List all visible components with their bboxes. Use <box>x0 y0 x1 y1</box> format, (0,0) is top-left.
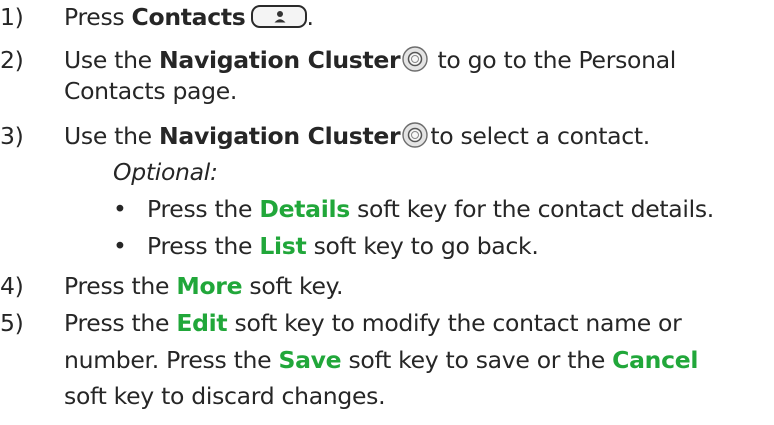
step-1: 1) Press Contacts. <box>0 1 314 33</box>
save-soft-key-label: Save <box>278 346 342 374</box>
step-suffix: . <box>306 3 314 31</box>
step-5: 5) Press the Edit soft key to modify the… <box>0 307 682 339</box>
navigation-cluster-icon <box>402 122 429 148</box>
bullet-icon: • <box>113 195 127 223</box>
bullet-text: Press the <box>147 232 260 260</box>
edit-soft-key-label: Edit <box>176 309 228 337</box>
bullet-text: Press the <box>147 195 260 223</box>
bullet-list: • Press the List soft key to go back. <box>113 230 539 262</box>
cancel-soft-key-label: Cancel <box>612 346 699 374</box>
step-text: Press <box>64 3 132 31</box>
navigation-cluster-icon <box>402 46 429 72</box>
step-number: 4) <box>0 272 24 300</box>
step-4: 4) Press the More soft key. <box>0 270 343 302</box>
step-text: number. Press the <box>64 346 279 374</box>
step-text: Press the <box>64 272 177 300</box>
step-text: Press the <box>64 309 177 337</box>
step-text: Use the <box>64 46 160 74</box>
bullet-text-cont: soft key for the contact details. <box>349 195 714 223</box>
step-text-cont: to go to the Personal <box>430 46 677 74</box>
optional-label: Optional: <box>113 158 218 186</box>
contacts-label: Contacts <box>131 3 246 31</box>
step-2: 2) Use the Navigation Cluster to go to t… <box>0 44 676 76</box>
details-soft-key-label: Details <box>259 195 350 223</box>
step-5-line-2: number. Press the Save soft key to save … <box>64 344 698 376</box>
step-5-line-3: soft key to discard changes. <box>64 382 386 410</box>
step-2-line-2: Contacts page. <box>64 77 238 105</box>
instructions-page: 1) Press Contacts. 2) Use the Navigation… <box>0 0 774 425</box>
step-text-cont: soft key to modify the contact name or <box>227 309 682 337</box>
step-number: 2) <box>0 46 24 74</box>
bullet-icon: • <box>113 232 127 260</box>
bullet-details: • Press the Details soft key for the con… <box>113 193 714 225</box>
step-text-cont: soft key to save or the <box>341 346 613 374</box>
bullet-text-cont: soft key to go back. <box>306 232 539 260</box>
step-3: 3) Use the Navigation Cluster to select a… <box>0 120 650 152</box>
step-text-cont: soft key. <box>242 272 344 300</box>
list-soft-key-label: List <box>259 232 307 260</box>
step-text: Use the <box>64 122 160 150</box>
more-soft-key-label: More <box>176 272 243 300</box>
step-number: 1) <box>0 3 24 31</box>
step-number: 3) <box>0 122 24 150</box>
navigation-cluster-label: Navigation Cluster <box>159 46 401 74</box>
contacts-key-icon <box>250 5 307 28</box>
step-text-cont: to select a contact. <box>430 122 650 150</box>
navigation-cluster-label: Navigation Cluster <box>159 122 401 150</box>
step-number: 5) <box>0 309 24 337</box>
